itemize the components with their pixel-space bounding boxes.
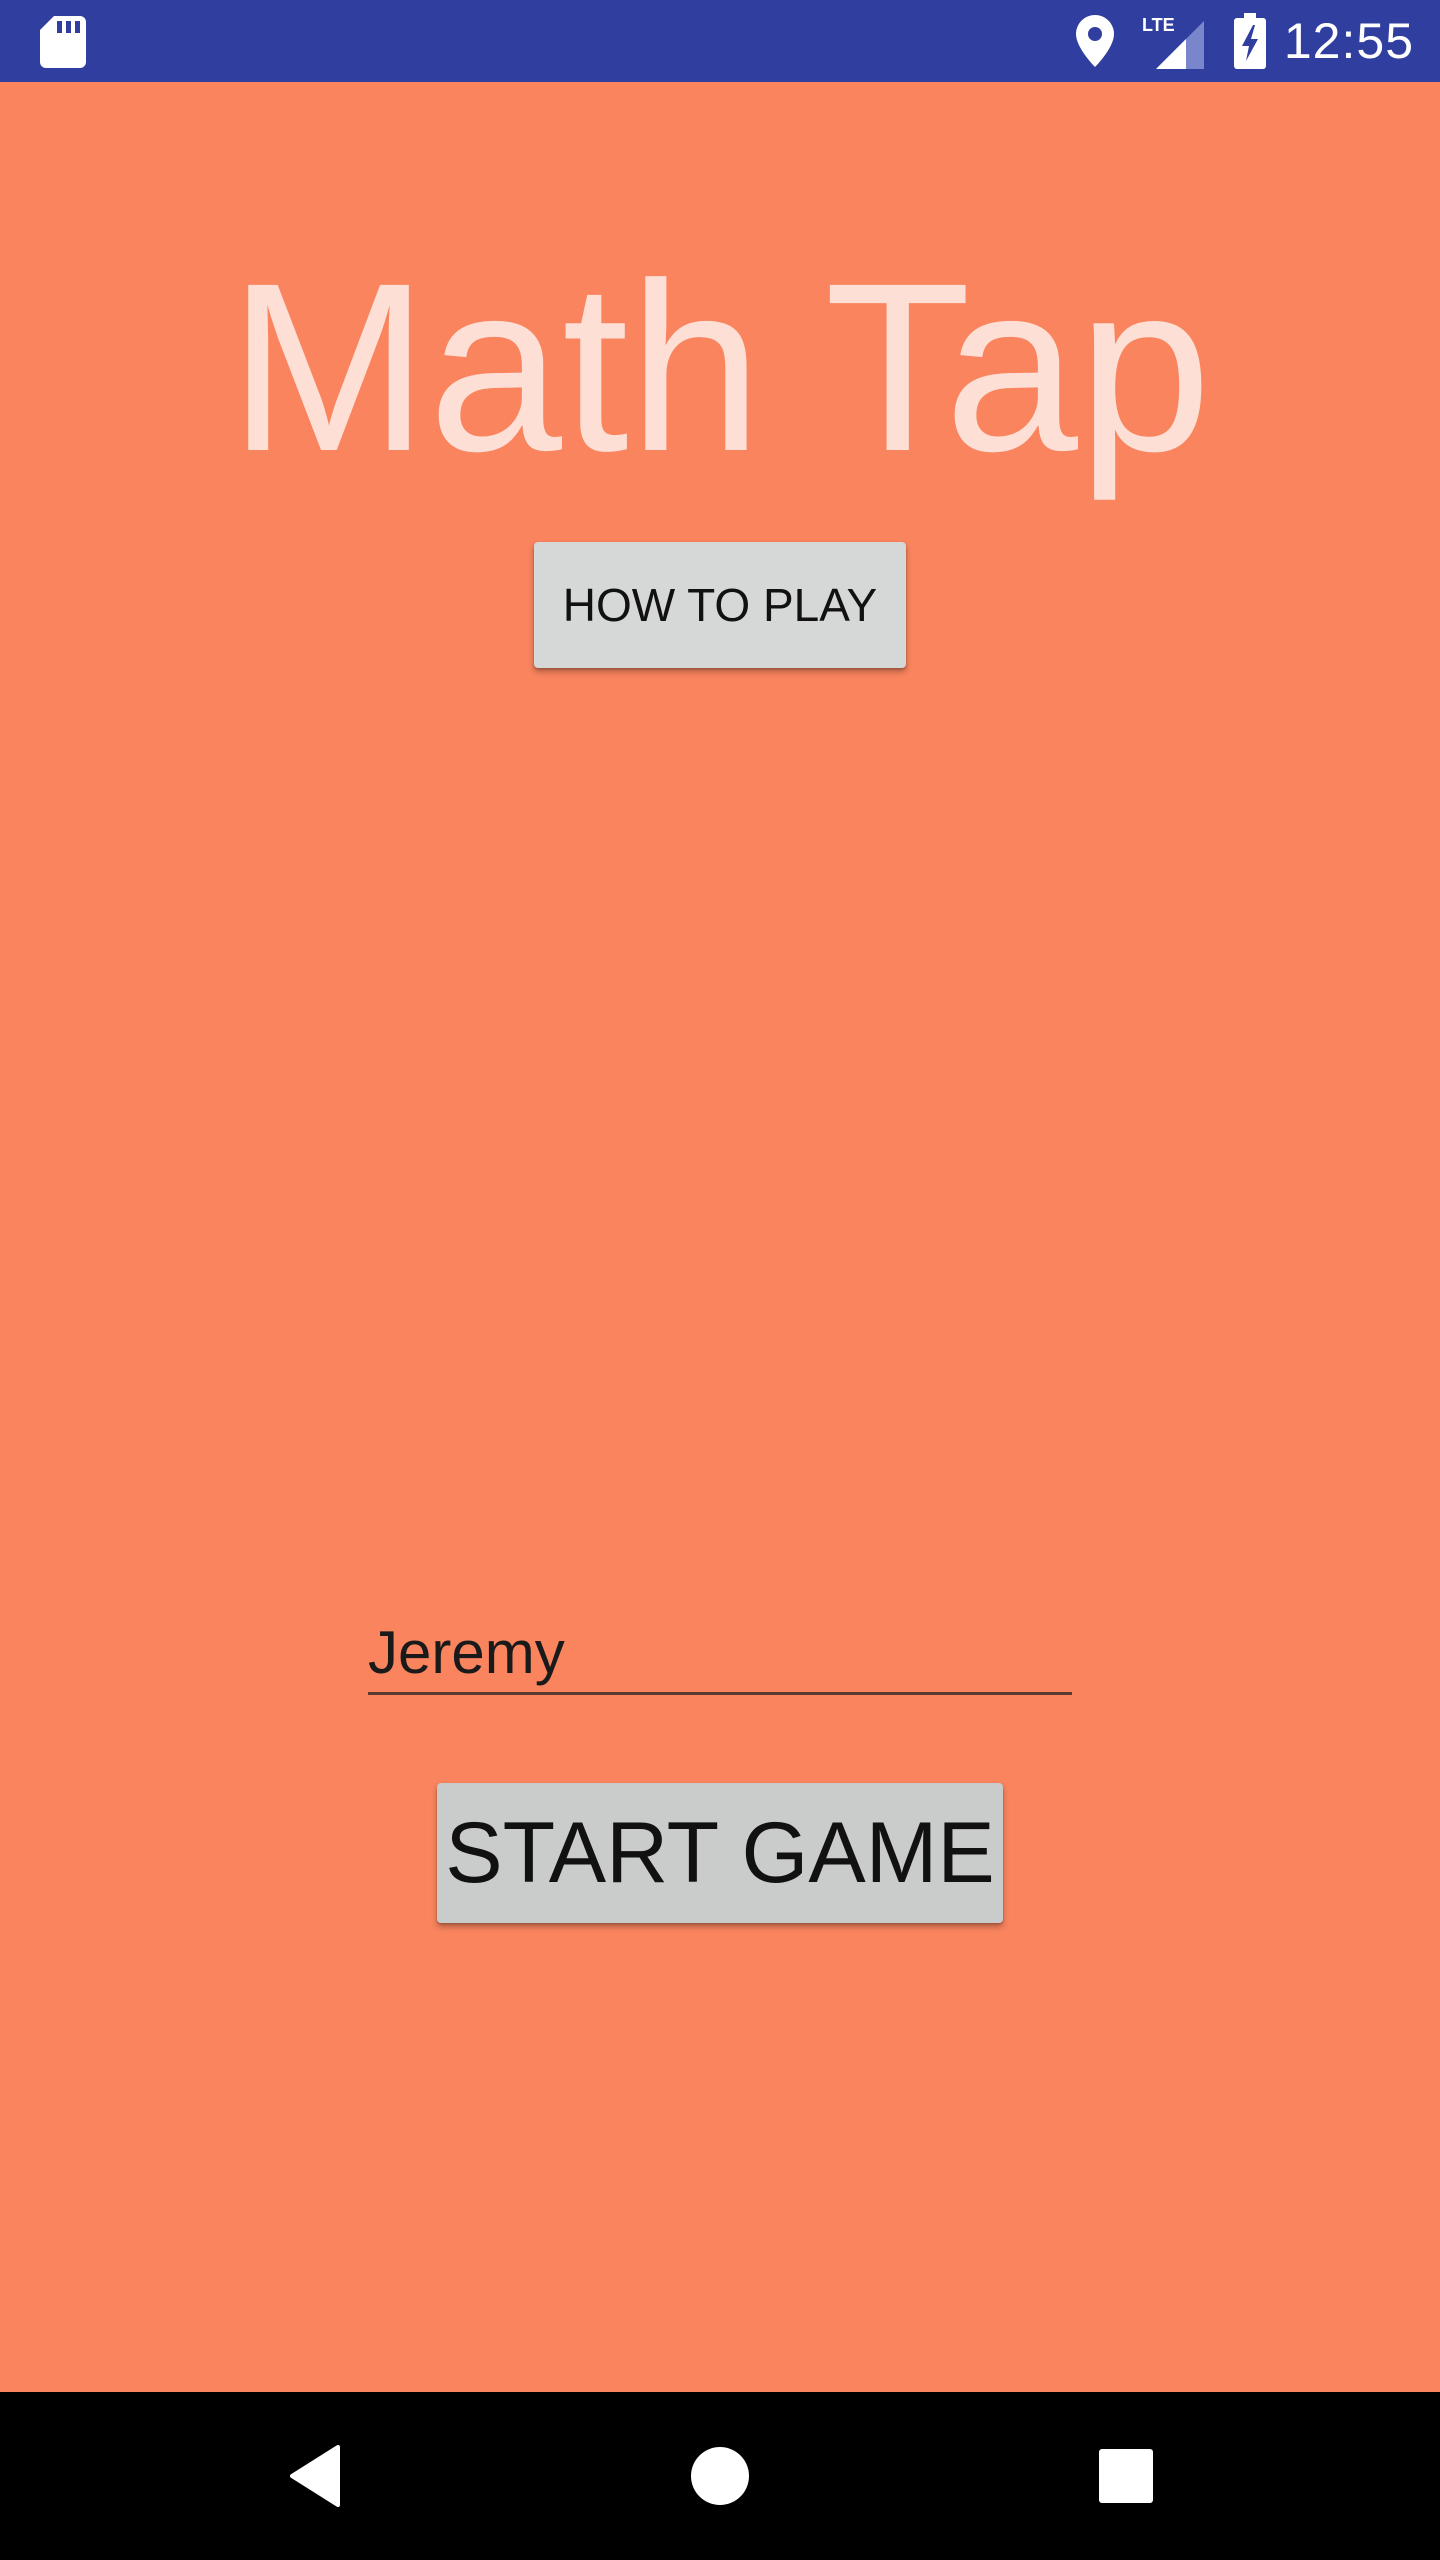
- location-icon: [1075, 15, 1114, 67]
- how-to-play-button[interactable]: HOW TO PLAY: [534, 542, 906, 668]
- home-button[interactable]: [640, 2392, 800, 2560]
- player-name-input[interactable]: [368, 1612, 1072, 1695]
- sd-card-icon: [40, 16, 86, 68]
- network-label: LTE: [1142, 15, 1175, 35]
- status-clock: 12:55: [1283, 13, 1414, 69]
- main-screen: Math Tap HOW TO PLAY START GAME: [0, 82, 1440, 2392]
- recents-icon: [1099, 2449, 1153, 2503]
- navigation-bar: [0, 2392, 1440, 2560]
- battery-charging-icon: [1233, 13, 1266, 69]
- back-icon: [290, 2445, 340, 2507]
- status-icons: LTE 12:55: [1075, 0, 1414, 82]
- home-icon: [691, 2447, 749, 2505]
- back-button[interactable]: [236, 2392, 396, 2560]
- signal-icon: LTE: [1142, 15, 1204, 69]
- start-game-button[interactable]: START GAME: [437, 1783, 1003, 1923]
- recents-button[interactable]: [1046, 2392, 1206, 2560]
- app-title: Math Tap: [228, 233, 1212, 501]
- status-bar: LTE 12:55: [0, 0, 1440, 82]
